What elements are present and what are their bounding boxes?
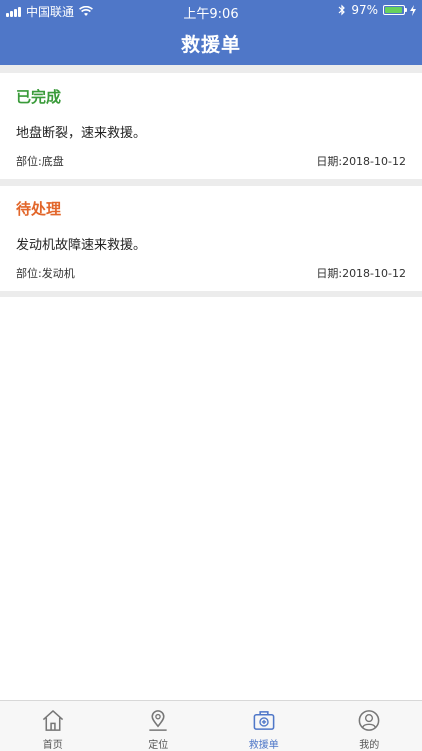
divider <box>0 65 422 73</box>
card-part: 部位:底盘 <box>16 153 64 169</box>
tab-label: 定位 <box>148 736 168 751</box>
bluetooth-icon <box>338 4 346 16</box>
tab-label: 救援单 <box>249 736 279 751</box>
card-status: 待处理 <box>16 198 61 219</box>
nav-header: 中国联通 上午9:06 97% 救援单 <box>0 0 422 65</box>
card-date: 日期:2018-10-12 <box>316 153 406 169</box>
card-status: 已完成 <box>16 86 61 107</box>
page-title: 救援单 <box>0 30 422 57</box>
tab-profile[interactable]: 我的 <box>317 701 422 751</box>
location-pin-icon <box>145 708 171 733</box>
rescue-card[interactable]: 待处理 发动机故障速来救援。 部位:发动机 日期:2018-10-12 <box>0 186 422 291</box>
divider <box>0 179 422 186</box>
tab-location[interactable]: 定位 <box>106 701 212 751</box>
charging-icon <box>410 5 416 16</box>
tab-home[interactable]: 首页 <box>0 701 106 751</box>
card-description: 地盘断裂，速来救援。 <box>16 122 146 141</box>
tab-label: 首页 <box>43 736 63 751</box>
tab-label: 我的 <box>359 736 379 751</box>
card-part: 部位:发动机 <box>16 265 75 281</box>
tab-rescue-orders[interactable]: 救援单 <box>211 701 317 751</box>
status-bar: 中国联通 上午9:06 97% <box>0 0 422 22</box>
card-date: 日期:2018-10-12 <box>316 265 406 281</box>
home-icon <box>40 708 66 733</box>
rescue-card[interactable]: 已完成 地盘断裂，速来救援。 部位:底盘 日期:2018-10-12 <box>0 73 422 179</box>
battery-percent: 97% <box>351 3 378 17</box>
medical-kit-icon <box>251 708 277 733</box>
card-description: 发动机故障速来救援。 <box>16 234 146 253</box>
battery-icon <box>383 5 405 15</box>
divider <box>0 291 422 297</box>
user-profile-icon <box>356 708 382 733</box>
tab-bar: 首页 定位 救援单 我的 <box>0 700 422 751</box>
